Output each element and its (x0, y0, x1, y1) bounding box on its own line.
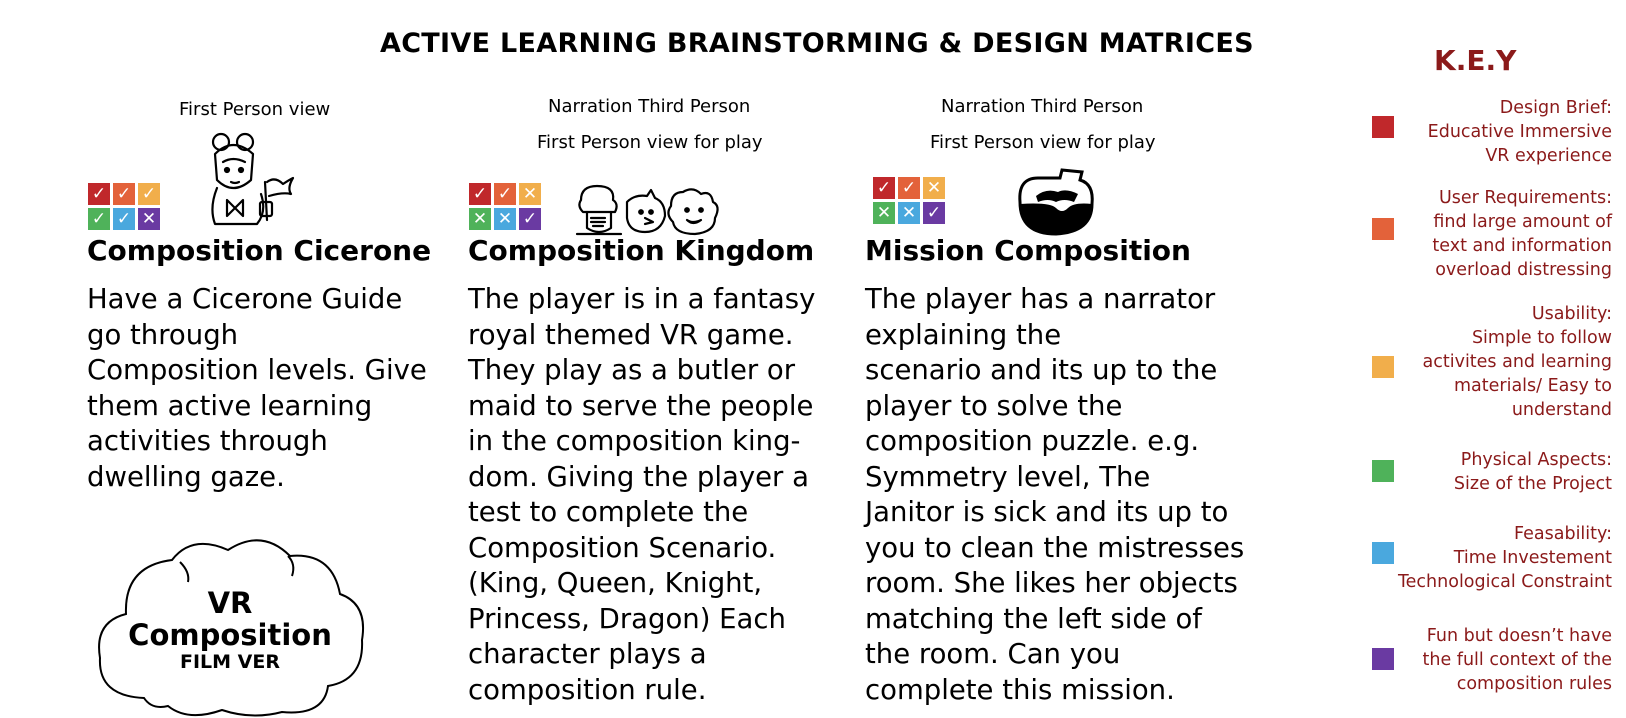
page-title: ACTIVE LEARNING BRAINSTORMING & DESIGN M… (380, 28, 1254, 59)
check-mark-icon: ✓ (469, 183, 491, 205)
view-mode-label: First Person view for play (537, 132, 763, 153)
check-mark-icon: ✓ (898, 177, 920, 199)
check-mark-icon: ✓ (88, 183, 110, 205)
check-mark-icon: ✓ (138, 183, 160, 205)
check-mark-icon: ✓ (88, 208, 110, 230)
cross-mark-icon: ✕ (873, 202, 895, 224)
criteria-marks: ✓ ✓ ✕ ✕ ✕ ✓ (873, 177, 953, 233)
check-mark-icon: ✓ (113, 208, 135, 230)
card-description: The player has a narrator explaining the… (865, 283, 1245, 706)
guide-with-flag-icon (211, 132, 295, 226)
criteria-marks: ✓ ✓ ✓ ✓ ✓ ✕ (88, 183, 168, 239)
check-mark-icon: ✓ (113, 183, 135, 205)
key-item-label: Usability: Simple to follow activites an… (1422, 304, 1612, 420)
cross-mark-icon: ✕ (138, 208, 160, 230)
view-mode-label: Narration Third Person (941, 96, 1144, 117)
check-mark-icon: ✓ (873, 177, 895, 199)
card-title: Composition Cicerone (87, 234, 432, 267)
check-mark-icon: ✓ (519, 208, 541, 230)
criteria-marks: ✓ ✓ ✕ ✕ ✕ ✓ (469, 183, 549, 239)
card-title: Composition Kingdom (468, 234, 815, 267)
cross-mark-icon: ✕ (519, 183, 541, 205)
card-title: Mission Composition (865, 234, 1191, 267)
key-item-label: Feasability: Time Investement Technologi… (1397, 524, 1612, 592)
key-item-label: Physical Aspects: Size of the Project (1453, 450, 1612, 494)
cloud-line-composition: Composition (128, 617, 332, 652)
view-mode-label: Narration Third Person (548, 96, 751, 117)
cross-mark-icon: ✕ (469, 208, 491, 230)
cross-mark-icon: ✕ (898, 202, 920, 224)
check-mark-icon: ✓ (923, 202, 945, 224)
key-item-label: Fun but doesn’t have the full context of… (1422, 626, 1613, 694)
cross-mark-icon: ✕ (923, 177, 945, 199)
cross-mark-icon: ✕ (494, 208, 516, 230)
royal-characters-icon (575, 184, 719, 236)
view-mode-label: First Person view for play (930, 132, 1156, 153)
key-title: K.E.Y (1434, 44, 1517, 77)
vr-headset-icon (1018, 168, 1094, 236)
check-mark-icon: ✓ (494, 183, 516, 205)
cloud-line-vr: VR (207, 586, 253, 620)
card-description: Have a Cicerone Guide go through Composi… (87, 283, 427, 493)
cloud-line-film-ver: FILM VER (180, 650, 280, 673)
cloud-label: VR Composition FILM VER (110, 586, 350, 673)
key-item-label: Design Brief: Educative Immersive VR exp… (1427, 98, 1612, 166)
view-mode-label: First Person view (179, 99, 331, 120)
card-description: The player is in a fantasy royal themed … (468, 283, 816, 706)
key-item-label: User Requirements: find large amount of … (1432, 188, 1612, 280)
